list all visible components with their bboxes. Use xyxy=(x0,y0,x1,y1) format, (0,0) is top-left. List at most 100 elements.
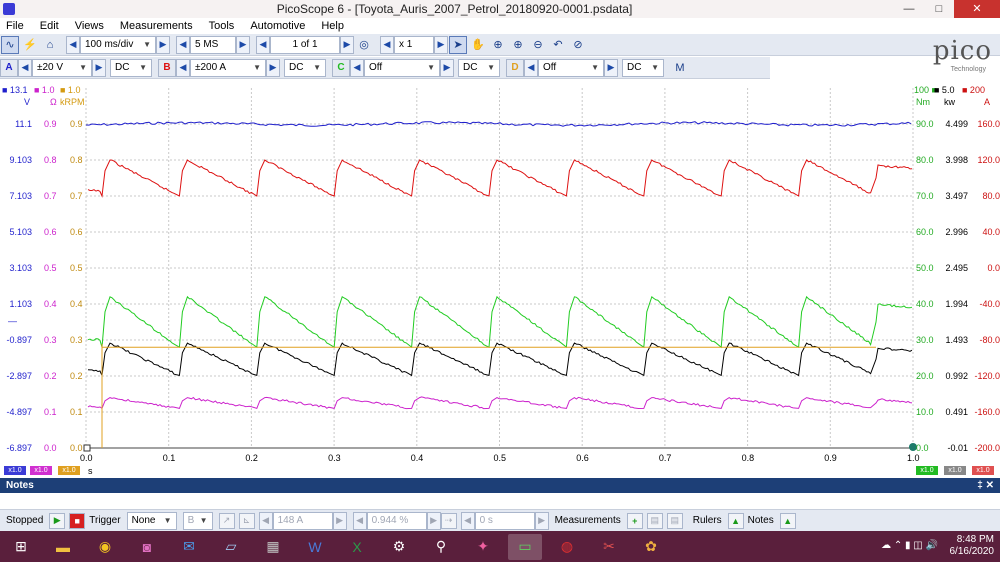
zoom-in-icon[interactable]: ⊕ xyxy=(509,36,527,54)
advanced-trigger-icon[interactable]: ⊾ xyxy=(238,512,255,529)
file-explorer-icon[interactable]: ▬ xyxy=(46,534,80,560)
scope-view[interactable] xyxy=(0,80,1000,478)
tools-app-icon[interactable]: ✂ xyxy=(592,534,626,560)
scope-mode-icon[interactable]: ∿ xyxy=(1,35,19,54)
close-button[interactable]: ✕ xyxy=(954,0,1000,18)
channel-c-coupling-select[interactable]: DC ▼ xyxy=(458,58,500,77)
trigger-channel-select[interactable]: B ▼ xyxy=(182,511,213,530)
notebook-icon[interactable]: ▱ xyxy=(214,534,248,560)
calculator-icon[interactable]: ▦ xyxy=(256,534,290,560)
channel-a-coupling-select[interactable]: DC ▼ xyxy=(110,58,152,77)
undo-zoom-icon[interactable]: ↶ xyxy=(549,36,567,54)
channel-a-range-decrease[interactable]: ◀ xyxy=(18,58,32,77)
scale-chip[interactable]: x1.0 xyxy=(4,466,26,475)
timebase-increase-button[interactable]: ▶ xyxy=(156,35,170,54)
channel-c-range-decrease[interactable]: ◀ xyxy=(350,58,364,77)
ruler-handle[interactable] xyxy=(83,444,91,452)
maximize-button[interactable]: □ xyxy=(924,0,954,18)
notes-button[interactable]: ▲ xyxy=(779,512,796,529)
samples-decrease-button[interactable]: ◀ xyxy=(176,35,190,54)
menu-file[interactable]: File xyxy=(6,20,24,32)
channel-b-range-increase[interactable]: ▶ xyxy=(266,58,280,77)
start-button-windows-icon[interactable]: ⊞ xyxy=(4,534,38,560)
channel-b-range-decrease[interactable]: ◀ xyxy=(176,58,190,77)
buffer-indicator[interactable]: 1 of 1 xyxy=(270,35,340,54)
probe-icon[interactable]: ⚡ xyxy=(21,36,39,54)
colorful-app-icon[interactable]: ✦ xyxy=(466,534,500,560)
zoom-fit-icon[interactable]: ⊘ xyxy=(569,36,587,54)
zoom-decrease-button[interactable]: ◀ xyxy=(380,35,394,54)
scope-graph[interactable] xyxy=(0,80,1000,478)
pointer-icon[interactable]: ➤ xyxy=(449,35,467,54)
buffer-navigator-icon[interactable]: ◎ xyxy=(355,36,373,54)
scale-chip[interactable]: x1.0 xyxy=(30,466,52,475)
menu-views[interactable]: Views xyxy=(75,20,104,32)
zoom-out-icon[interactable]: ⊖ xyxy=(529,36,547,54)
add-measurement-button[interactable]: + xyxy=(626,512,643,529)
menu-automotive[interactable]: Automotive xyxy=(250,20,305,32)
post-trigger-icon[interactable]: ⇢ xyxy=(440,512,457,529)
chrome-icon[interactable]: ◉ xyxy=(88,534,122,560)
channel-d-button[interactable]: D xyxy=(506,58,524,77)
scale-chip[interactable]: x1.0 xyxy=(58,466,80,475)
rulers-button[interactable]: ▲ xyxy=(727,512,744,529)
scale-chip[interactable]: x1.0 xyxy=(916,466,938,475)
channel-b-button[interactable]: B xyxy=(158,58,176,77)
diagnostic-tool-icon[interactable]: ⚙ xyxy=(382,534,416,560)
channel-d-range-select[interactable]: Off ▼ xyxy=(538,58,604,77)
word-icon[interactable]: W xyxy=(298,534,332,560)
menu-help[interactable]: Help xyxy=(321,20,344,32)
buffer-next-button[interactable]: ▶ xyxy=(340,35,354,54)
mail-icon[interactable]: ✉ xyxy=(172,534,206,560)
picoscope-taskbar-icon[interactable]: ▭ xyxy=(508,533,542,560)
scale-chip[interactable]: x1.0 xyxy=(944,466,966,475)
channel-b-coupling-select[interactable]: DC ▼ xyxy=(284,58,326,77)
trigger-level-decrease[interactable]: ◀ xyxy=(258,511,273,530)
channel-d-range-decrease[interactable]: ◀ xyxy=(524,58,538,77)
paint-app-icon[interactable]: ✿ xyxy=(634,534,668,560)
run-button[interactable]: ▶ xyxy=(49,512,66,529)
channel-c-range-select[interactable]: Off ▼ xyxy=(364,58,440,77)
channel-a-button[interactable]: A xyxy=(0,58,18,77)
minimize-button[interactable]: — xyxy=(894,0,924,18)
edit-measurement-button[interactable]: ▤ xyxy=(646,512,663,529)
home-icon[interactable]: ⌂ xyxy=(41,36,59,54)
trigger-edge-icon[interactable]: ↗ xyxy=(218,512,235,529)
trigger-level-field[interactable]: 148 A xyxy=(272,511,333,530)
samples-increase-button[interactable]: ▶ xyxy=(236,35,250,54)
trigger-delay-increase[interactable]: ▶ xyxy=(534,511,549,530)
scale-chip[interactable]: x1.0 xyxy=(972,466,994,475)
channel-a-range-increase[interactable]: ▶ xyxy=(92,58,106,77)
samples-select[interactable]: 5 MS xyxy=(190,35,236,54)
zoom-region-icon[interactable]: ⊕ xyxy=(489,36,507,54)
math-channels-icon[interactable]: M xyxy=(671,59,689,77)
menu-edit[interactable]: Edit xyxy=(40,20,59,32)
notes-panel-body[interactable] xyxy=(0,493,1000,509)
channel-d-range-increase[interactable]: ▶ xyxy=(604,58,618,77)
stop-button[interactable]: ■ xyxy=(69,512,86,529)
channel-c-range-increase[interactable]: ▶ xyxy=(440,58,454,77)
notes-pin-close[interactable]: ‡ ✕ xyxy=(977,480,994,491)
pretrigger-decrease[interactable]: ◀ xyxy=(352,511,367,530)
menu-tools[interactable]: Tools xyxy=(209,20,235,32)
delete-measurement-button[interactable]: ▤ xyxy=(666,512,683,529)
system-clock[interactable]: 8:48 PM 6/16/2020 xyxy=(950,534,995,558)
buffer-prev-button[interactable]: ◀ xyxy=(256,35,270,54)
hand-icon[interactable]: ✋ xyxy=(469,36,487,54)
trigger-level-increase[interactable]: ▶ xyxy=(332,511,347,530)
system-tray-icons[interactable]: ☁ ⌃ ▮ ◫ 🔊 xyxy=(881,540,938,551)
timebase-decrease-button[interactable]: ◀ xyxy=(66,35,80,54)
timebase-select[interactable]: 100 ms/div ▼ xyxy=(80,35,156,54)
red-gauge-app-icon[interactable]: ◍ xyxy=(550,534,584,560)
channel-c-button[interactable]: C xyxy=(332,58,350,77)
menu-measurements[interactable]: Measurements xyxy=(120,20,193,32)
channel-a-range-select[interactable]: ±20 V ▼ xyxy=(32,58,92,77)
trigger-delay-decrease[interactable]: ◀ xyxy=(460,511,475,530)
channel-d-coupling-select[interactable]: DC ▼ xyxy=(622,58,664,77)
excel-icon[interactable]: X xyxy=(340,534,374,560)
camera-app-icon[interactable]: ◙ xyxy=(130,534,164,560)
zoom-increase-button[interactable]: ▶ xyxy=(434,35,448,54)
pretrigger-increase[interactable]: ▶ xyxy=(426,511,441,530)
channel-b-range-select[interactable]: ±200 A ▼ xyxy=(190,58,266,77)
zoom-select[interactable]: x 1 xyxy=(394,35,434,54)
